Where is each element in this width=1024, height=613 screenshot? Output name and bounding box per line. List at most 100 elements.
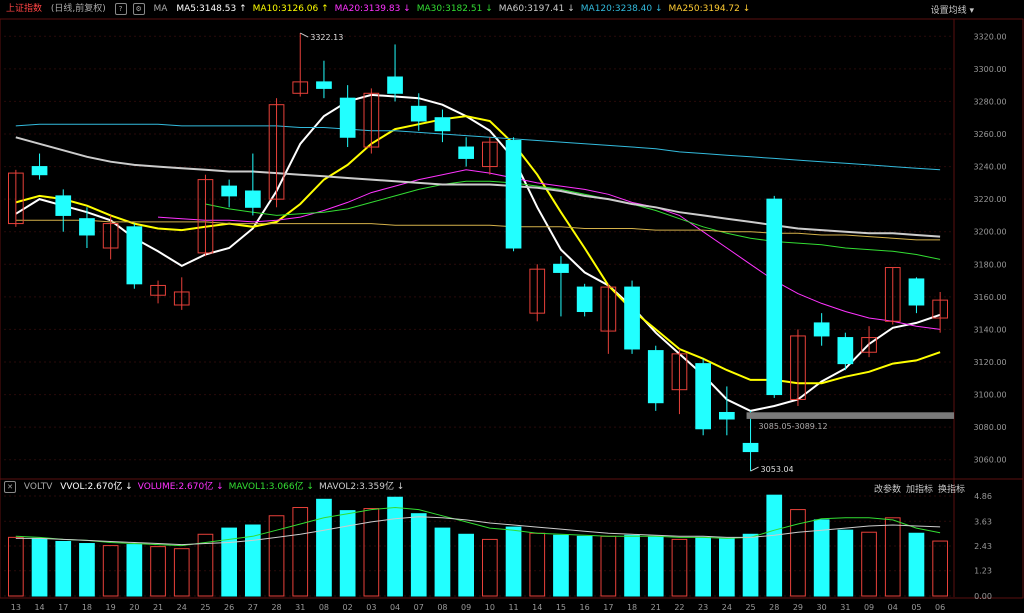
gear-icon[interactable]: ⚙ — [132, 2, 145, 15]
volume-tick-label: 1.23 — [974, 567, 992, 576]
candle-body — [813, 322, 830, 337]
candle-body — [647, 350, 664, 404]
volume-bar — [339, 510, 356, 597]
ma-settings-button[interactable]: 设置均线 ▾ — [931, 3, 974, 16]
ma-items-item: MA10:3126.06 ↑ — [252, 4, 329, 14]
low-label: 3053.04 — [761, 465, 794, 474]
candle — [126, 223, 143, 289]
ma-values: MA5:3148.53 ↑ MA10:3126.06 ↑ MA20:3139.83 … — [176, 4, 756, 14]
date-tick-label: 17 — [58, 603, 68, 612]
volume-bar — [31, 537, 48, 597]
volume-bar — [766, 494, 783, 597]
volume-bar — [316, 498, 332, 597]
volume-bar — [695, 536, 711, 597]
date-tick-label: 22 — [674, 603, 684, 612]
chart-header: 上证指数 (日线,前复权) ? ⚙ MA MA5:3148.53 ↑ MA10:31… — [0, 0, 1024, 18]
candle — [8, 169, 24, 227]
candle — [245, 153, 261, 216]
candle-body — [79, 218, 95, 236]
candle-body — [245, 190, 261, 208]
candle — [576, 283, 593, 317]
candle — [482, 137, 498, 175]
close-icon[interactable]: ✕ — [4, 480, 16, 493]
ma-items-item: MA60:3197.41 ↓ — [498, 4, 575, 14]
gap-label: 3085.05-3089.12 — [759, 422, 828, 431]
ma250-line — [15, 219, 941, 241]
candle-body — [553, 263, 569, 273]
volume-bar — [884, 517, 901, 597]
volume-bar — [553, 534, 569, 597]
candle — [268, 98, 285, 208]
candle — [458, 137, 474, 167]
candle-body — [387, 76, 403, 94]
date-tick-label: 02 — [343, 603, 353, 612]
date-axis: 13 14 17 18 19 20 21 24 25 26 27 28 31 08 02 03 04 07 08 09… — [11, 603, 945, 612]
candle — [742, 410, 759, 472]
volume-bar — [482, 538, 498, 597]
kline-chart[interactable]: 3322.13 3053.04 3085.05-3089.12 3060.00 308… — [0, 0, 1024, 613]
candle-body — [505, 140, 522, 249]
candle — [766, 195, 783, 398]
date-tick-label: 06 — [935, 603, 945, 612]
price-annotations: 3322.13 3053.04 3085.05-3089.12 — [300, 32, 954, 474]
date-tick-label: 30 — [817, 603, 827, 612]
price-tick-label: 3280.00 — [973, 97, 1006, 106]
volume-bar — [861, 531, 877, 597]
candle — [150, 280, 166, 304]
volume-tick-label: 0.00 — [974, 592, 992, 601]
date-tick-label: 24 — [177, 603, 187, 612]
date-tick-label: 09 — [461, 603, 471, 612]
date-tick-label: 03 — [366, 603, 376, 612]
candle — [316, 60, 332, 99]
candle-body — [316, 81, 332, 89]
candle — [600, 283, 617, 354]
candle-body — [576, 286, 593, 313]
volume-bar — [292, 507, 309, 597]
date-tick-label: 05 — [911, 603, 921, 612]
volume-indicator-name[interactable]: VOLTV — [24, 482, 53, 492]
date-tick-label: 23 — [698, 603, 708, 612]
volume-bar — [837, 529, 854, 597]
price-tick-label: 3060.00 — [973, 456, 1006, 465]
ma-items-item: MA20:3139.83 ↓ — [334, 4, 411, 14]
change-params-button[interactable]: 改参数 — [874, 482, 901, 495]
candle — [31, 153, 48, 180]
date-tick-label: 11 — [508, 603, 518, 612]
add-indicator-button[interactable]: 加指标 — [906, 482, 933, 495]
date-tick-label: 13 — [11, 603, 21, 612]
price-tick-label: 3240.00 — [973, 163, 1006, 172]
high-label: 3322.13 — [310, 33, 343, 42]
candle-body — [410, 105, 427, 122]
candle-body — [695, 363, 711, 430]
vol-items-item: MAVOL1:3.066亿 ↓ — [228, 482, 314, 492]
candle — [695, 358, 711, 436]
mavol1-line — [15, 506, 941, 547]
volume-bar — [908, 532, 925, 597]
index-name[interactable]: 上证指数 — [6, 4, 42, 14]
volume-header: ✕ VOLTV VVOL:2.670亿 ↓ VOLUME:2.670亿 ↓ MAVO… — [0, 479, 1024, 495]
date-tick-label: 14 — [34, 603, 44, 612]
volume-tick-label: 2.43 — [974, 542, 992, 551]
low-pointer — [750, 466, 759, 472]
price-grid — [0, 18, 1024, 597]
ma-items-item: MA120:3238.40 ↓ — [580, 4, 663, 14]
date-tick-label: 15 — [556, 603, 566, 612]
volume-bar — [150, 546, 166, 597]
candle-body — [126, 226, 143, 285]
switch-indicator-button[interactable]: 换指标 — [938, 482, 965, 495]
date-tick-label: 25 — [200, 603, 210, 612]
price-tick-label: 3220.00 — [973, 195, 1006, 204]
ma5-line — [15, 93, 941, 412]
price-tick-label: 3300.00 — [973, 65, 1006, 74]
candle — [505, 137, 522, 252]
candle-body — [339, 97, 356, 138]
date-tick-label: 31 — [295, 603, 305, 612]
date-tick-label: 10 — [485, 603, 495, 612]
candle-body — [458, 146, 474, 159]
date-tick-label: 20 — [129, 603, 139, 612]
candle-body — [766, 198, 783, 396]
candle-body — [31, 166, 48, 176]
volume-bar — [671, 538, 688, 597]
help-icon[interactable]: ? — [114, 2, 127, 15]
volume-bar — [410, 513, 427, 597]
